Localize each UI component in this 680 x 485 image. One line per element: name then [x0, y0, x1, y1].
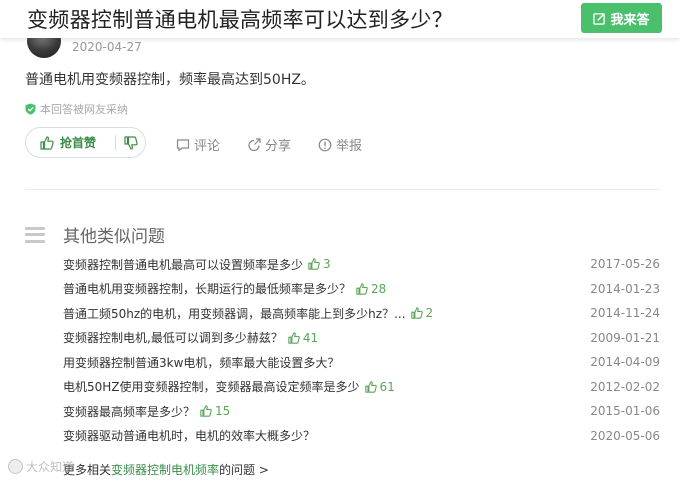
watermark-logo-icon: [8, 459, 23, 474]
vote-up-button[interactable]: 抢首赞: [26, 128, 115, 157]
similar-question-date: 2009-01-21: [590, 330, 660, 345]
watermark-text: 大众知道: [26, 460, 75, 474]
similar-question-main: 用变频器控制普通3kw电机，频率最大能设置多大？: [63, 354, 339, 371]
thumbs-up-icon: [200, 405, 212, 417]
similar-question-date: 2020-05-06: [590, 428, 660, 443]
similar-question-date: 2014-01-23: [590, 281, 660, 296]
like-count: 15: [200, 404, 230, 418]
similar-question-row[interactable]: 变频器最高频率是多少？ 15 2015-01-06: [63, 399, 660, 424]
question-header: 变频器控制普通电机最高频率可以达到多少？ 我来答: [0, 0, 680, 38]
like-count: 3: [308, 257, 331, 271]
share-label: 分享: [265, 139, 292, 154]
like-count-value: 41: [302, 330, 319, 345]
similar-question-date: 2015-01-06: [590, 404, 660, 419]
similar-question-date: 2017-05-26: [590, 257, 660, 272]
similar-question-row[interactable]: 变频器控制电机,最低可以调到多少赫兹？ 41 2009-01-21: [63, 326, 660, 351]
thumbs-up-icon: [410, 307, 423, 319]
like-count-value: 2: [425, 306, 434, 321]
similar-question-row[interactable]: 普通工频50hz的电机，用变频器调，最高频率能上到多少hz？... 2 2014-1…: [63, 301, 660, 326]
similar-question-date: 2012-02-02: [590, 379, 660, 394]
vote-box: 抢首赞: [25, 127, 146, 158]
vote-up-label: 抢首赞: [60, 136, 97, 150]
report-icon: [318, 138, 332, 151]
thumbs-up-icon: [364, 381, 377, 393]
like-count-value: 3: [323, 257, 331, 272]
like-count-value: 28: [371, 281, 387, 296]
answer-button[interactable]: 我来答: [581, 3, 662, 33]
watermark: 大众知道: [8, 458, 74, 475]
thumbs-down-icon: [123, 135, 138, 150]
verified-shield-icon: [25, 103, 36, 115]
similar-question-link[interactable]: 变频器控制普通电机最高可以设置频率是多少: [63, 256, 303, 273]
similar-question-row[interactable]: 普通电机用变频器控制，长期运行的最低频率是多少？ 28 2014-01-23: [63, 277, 660, 302]
similar-question-main: 变频器驱动普通电机时，电机的效率大概多少？: [63, 427, 315, 444]
edit-icon: [593, 12, 606, 25]
like-count: 2: [410, 306, 434, 321]
comment-label: 评论: [194, 139, 221, 154]
similar-question-row[interactable]: 变频器驱动普通电机时，电机的效率大概多少？ 2020-05-06: [63, 424, 660, 449]
share-button[interactable]: 分享: [247, 135, 291, 154]
more-related-link[interactable]: 更多相关变频器控制电机频率的问题 >: [63, 461, 269, 478]
similar-question-main: 变频器控制电机,最低可以调到多少赫兹？ 41: [63, 329, 318, 346]
adopted-note: 本回答被网友采纳: [25, 101, 128, 117]
more-suffix: 的问题 >: [219, 463, 269, 477]
thumbs-up-icon: [288, 332, 300, 344]
similar-question-link[interactable]: 普通工频50hz的电机，用变频器调，最高频率能上到多少hz？...: [63, 305, 406, 322]
similar-question-link[interactable]: 普通电机用变频器控制，长期运行的最低频率是多少？: [63, 280, 351, 297]
similar-question-link[interactable]: 电机50HZ使用变频器控制，变频器最高设定频率是多少: [63, 378, 360, 395]
like-count-value: 15: [215, 404, 231, 419]
similar-question-date: 2014-11-24: [590, 306, 660, 321]
similar-question-link[interactable]: 用变频器控制普通3kw电机，频率最大能设置多大？: [63, 354, 339, 371]
similar-question-date: 2014-04-09: [590, 355, 660, 370]
thumbs-up-icon: [40, 135, 54, 150]
similar-question-link[interactable]: 变频器驱动普通电机时，电机的效率大概多少？: [63, 427, 315, 444]
answer-text: 普通电机用变频器控制，频率最高达到50HZ。: [25, 72, 315, 88]
similar-question-list: 变频器控制普通电机最高可以设置频率是多少 3 2017-05-26 普通电机用变频器控…: [63, 252, 660, 448]
similar-question-link[interactable]: 变频器控制电机,最低可以调到多少赫兹？: [63, 329, 283, 346]
report-button[interactable]: 举报: [318, 135, 362, 154]
similar-section-header: 其他类似问题: [25, 222, 165, 247]
vote-down-button[interactable]: [116, 128, 145, 157]
more-keyword-link[interactable]: 变频器控制电机频率: [111, 463, 219, 477]
adopted-note-text: 本回答被网友采纳: [40, 103, 128, 116]
like-count: 41: [288, 331, 318, 345]
section-divider: [25, 189, 660, 190]
like-count-value: 61: [379, 379, 395, 394]
thumbs-up-icon: [308, 258, 320, 270]
similar-question-main: 变频器最高频率是多少？ 15: [63, 403, 230, 420]
report-label: 举报: [336, 139, 363, 154]
share-icon: [248, 137, 261, 151]
similar-question-main: 电机50HZ使用变频器控制，变频器最高设定频率是多少 61: [63, 378, 395, 395]
similar-question-main: 变频器控制普通电机最高可以设置频率是多少 3: [63, 256, 331, 273]
similar-question-row[interactable]: 用变频器控制普通3kw电机，频率最大能设置多大？ 2014-04-09: [63, 350, 660, 375]
like-count: 61: [364, 379, 395, 394]
similar-question-row[interactable]: 变频器控制普通电机最高可以设置频率是多少 3 2017-05-26: [63, 252, 660, 277]
similar-question-main: 普通工频50hz的电机，用变频器调，最高频率能上到多少hz？... 2: [63, 305, 433, 322]
answer-date: 2020-04-27: [72, 40, 142, 54]
list-icon: [25, 226, 45, 243]
comment-button[interactable]: 评论: [176, 135, 220, 154]
answer-button-label: 我来答: [610, 12, 650, 28]
comment-icon: [176, 138, 190, 151]
question-title: 变频器控制普通电机最高频率可以达到多少？: [27, 8, 453, 32]
similar-question-link[interactable]: 变频器最高频率是多少？: [63, 403, 195, 420]
similar-question-main: 普通电机用变频器控制，长期运行的最低频率是多少？ 28: [63, 280, 386, 297]
thumbs-up-icon: [356, 283, 368, 295]
similar-question-row[interactable]: 电机50HZ使用变频器控制，变频器最高设定频率是多少 61 2012-02-02: [63, 375, 660, 400]
similar-section-title: 其他类似问题: [63, 227, 165, 247]
like-count: 28: [356, 282, 386, 296]
